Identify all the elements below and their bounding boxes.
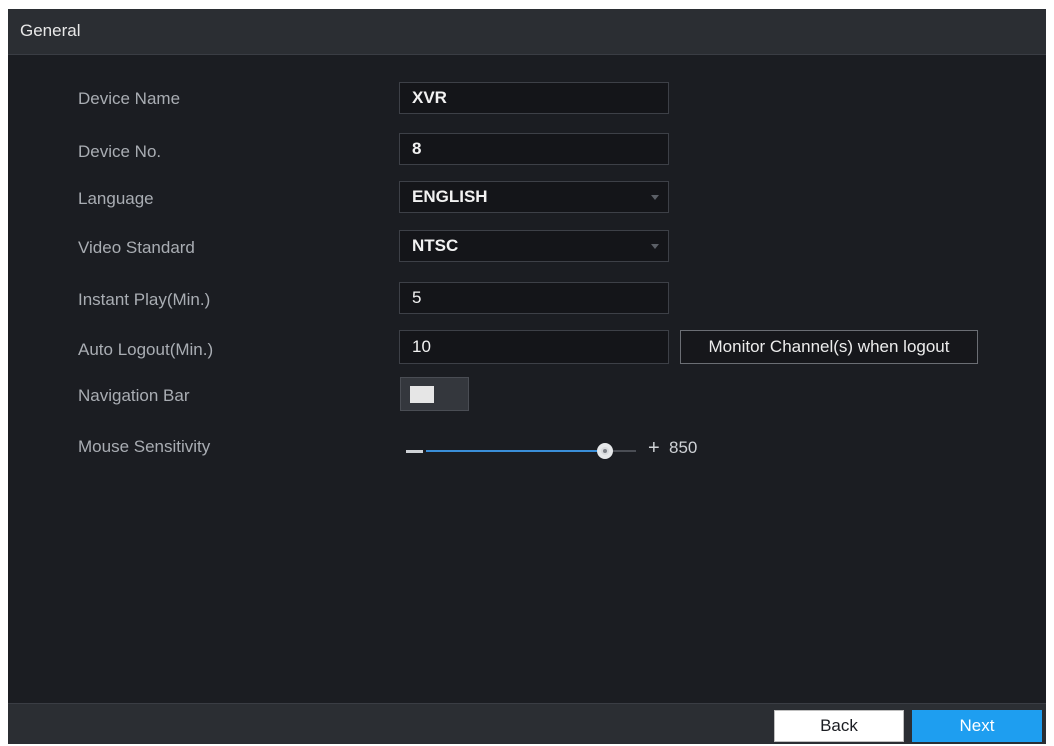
auto-logout-label: Auto Logout(Min.) xyxy=(78,340,214,359)
device-no-field[interactable]: 8 xyxy=(399,133,669,165)
navigation-bar-label: Navigation Bar xyxy=(78,386,190,405)
chevron-down-icon xyxy=(651,195,659,200)
mouse-sensitivity-value: 850 xyxy=(669,438,698,457)
device-name-field[interactable]: XVR xyxy=(399,82,669,114)
video-standard-value: NTSC xyxy=(412,236,459,255)
video-standard-select[interactable]: NTSC xyxy=(399,230,669,262)
language-label: Language xyxy=(78,189,154,208)
slider-fill xyxy=(426,450,605,452)
video-standard-label: Video Standard xyxy=(78,238,195,257)
window-title: General xyxy=(20,21,81,40)
plus-icon[interactable]: + xyxy=(648,437,660,460)
footer-bar: Back Next xyxy=(8,703,1046,744)
language-select[interactable]: ENGLISH xyxy=(399,181,669,213)
back-button[interactable]: Back xyxy=(774,710,904,742)
language-value: ENGLISH xyxy=(412,187,488,206)
mouse-sensitivity-slider[interactable] xyxy=(426,443,636,459)
device-name-label: Device Name xyxy=(78,89,181,108)
mouse-sensitivity-label: Mouse Sensitivity xyxy=(78,437,211,456)
minus-icon[interactable] xyxy=(406,450,423,453)
toggle-knob xyxy=(410,386,434,403)
chevron-down-icon xyxy=(651,244,659,249)
instant-play-field[interactable]: 5 xyxy=(399,282,669,314)
auto-logout-field[interactable]: 10 xyxy=(399,330,669,364)
navigation-bar-toggle[interactable] xyxy=(400,377,469,411)
device-no-label: Device No. xyxy=(78,142,162,161)
monitor-channel-button[interactable]: Monitor Channel(s) when logout xyxy=(680,330,978,364)
instant-play-label: Instant Play(Min.) xyxy=(78,290,211,309)
next-button[interactable]: Next xyxy=(912,710,1042,742)
general-settings-window: General Device Name XVR Device No. 8 Lan… xyxy=(8,9,1046,744)
slider-thumb[interactable] xyxy=(597,443,613,459)
title-bar: General xyxy=(8,9,1046,55)
